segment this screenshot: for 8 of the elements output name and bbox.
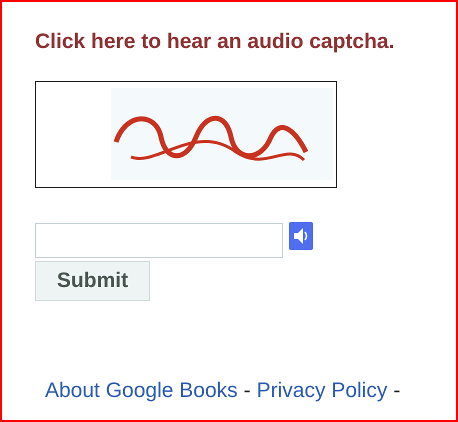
separator: - (393, 379, 400, 403)
footer-link[interactable]: Privacy Policy (256, 379, 388, 403)
audio-captcha-link[interactable]: Click here to hear an audio captcha. (35, 30, 394, 54)
submit-button[interactable]: Submit (35, 261, 150, 301)
answer-field[interactable] (35, 223, 283, 258)
speaker-icon[interactable] (289, 222, 313, 250)
separator: - (244, 379, 251, 403)
footer-link[interactable]: About Google Books (45, 379, 238, 403)
